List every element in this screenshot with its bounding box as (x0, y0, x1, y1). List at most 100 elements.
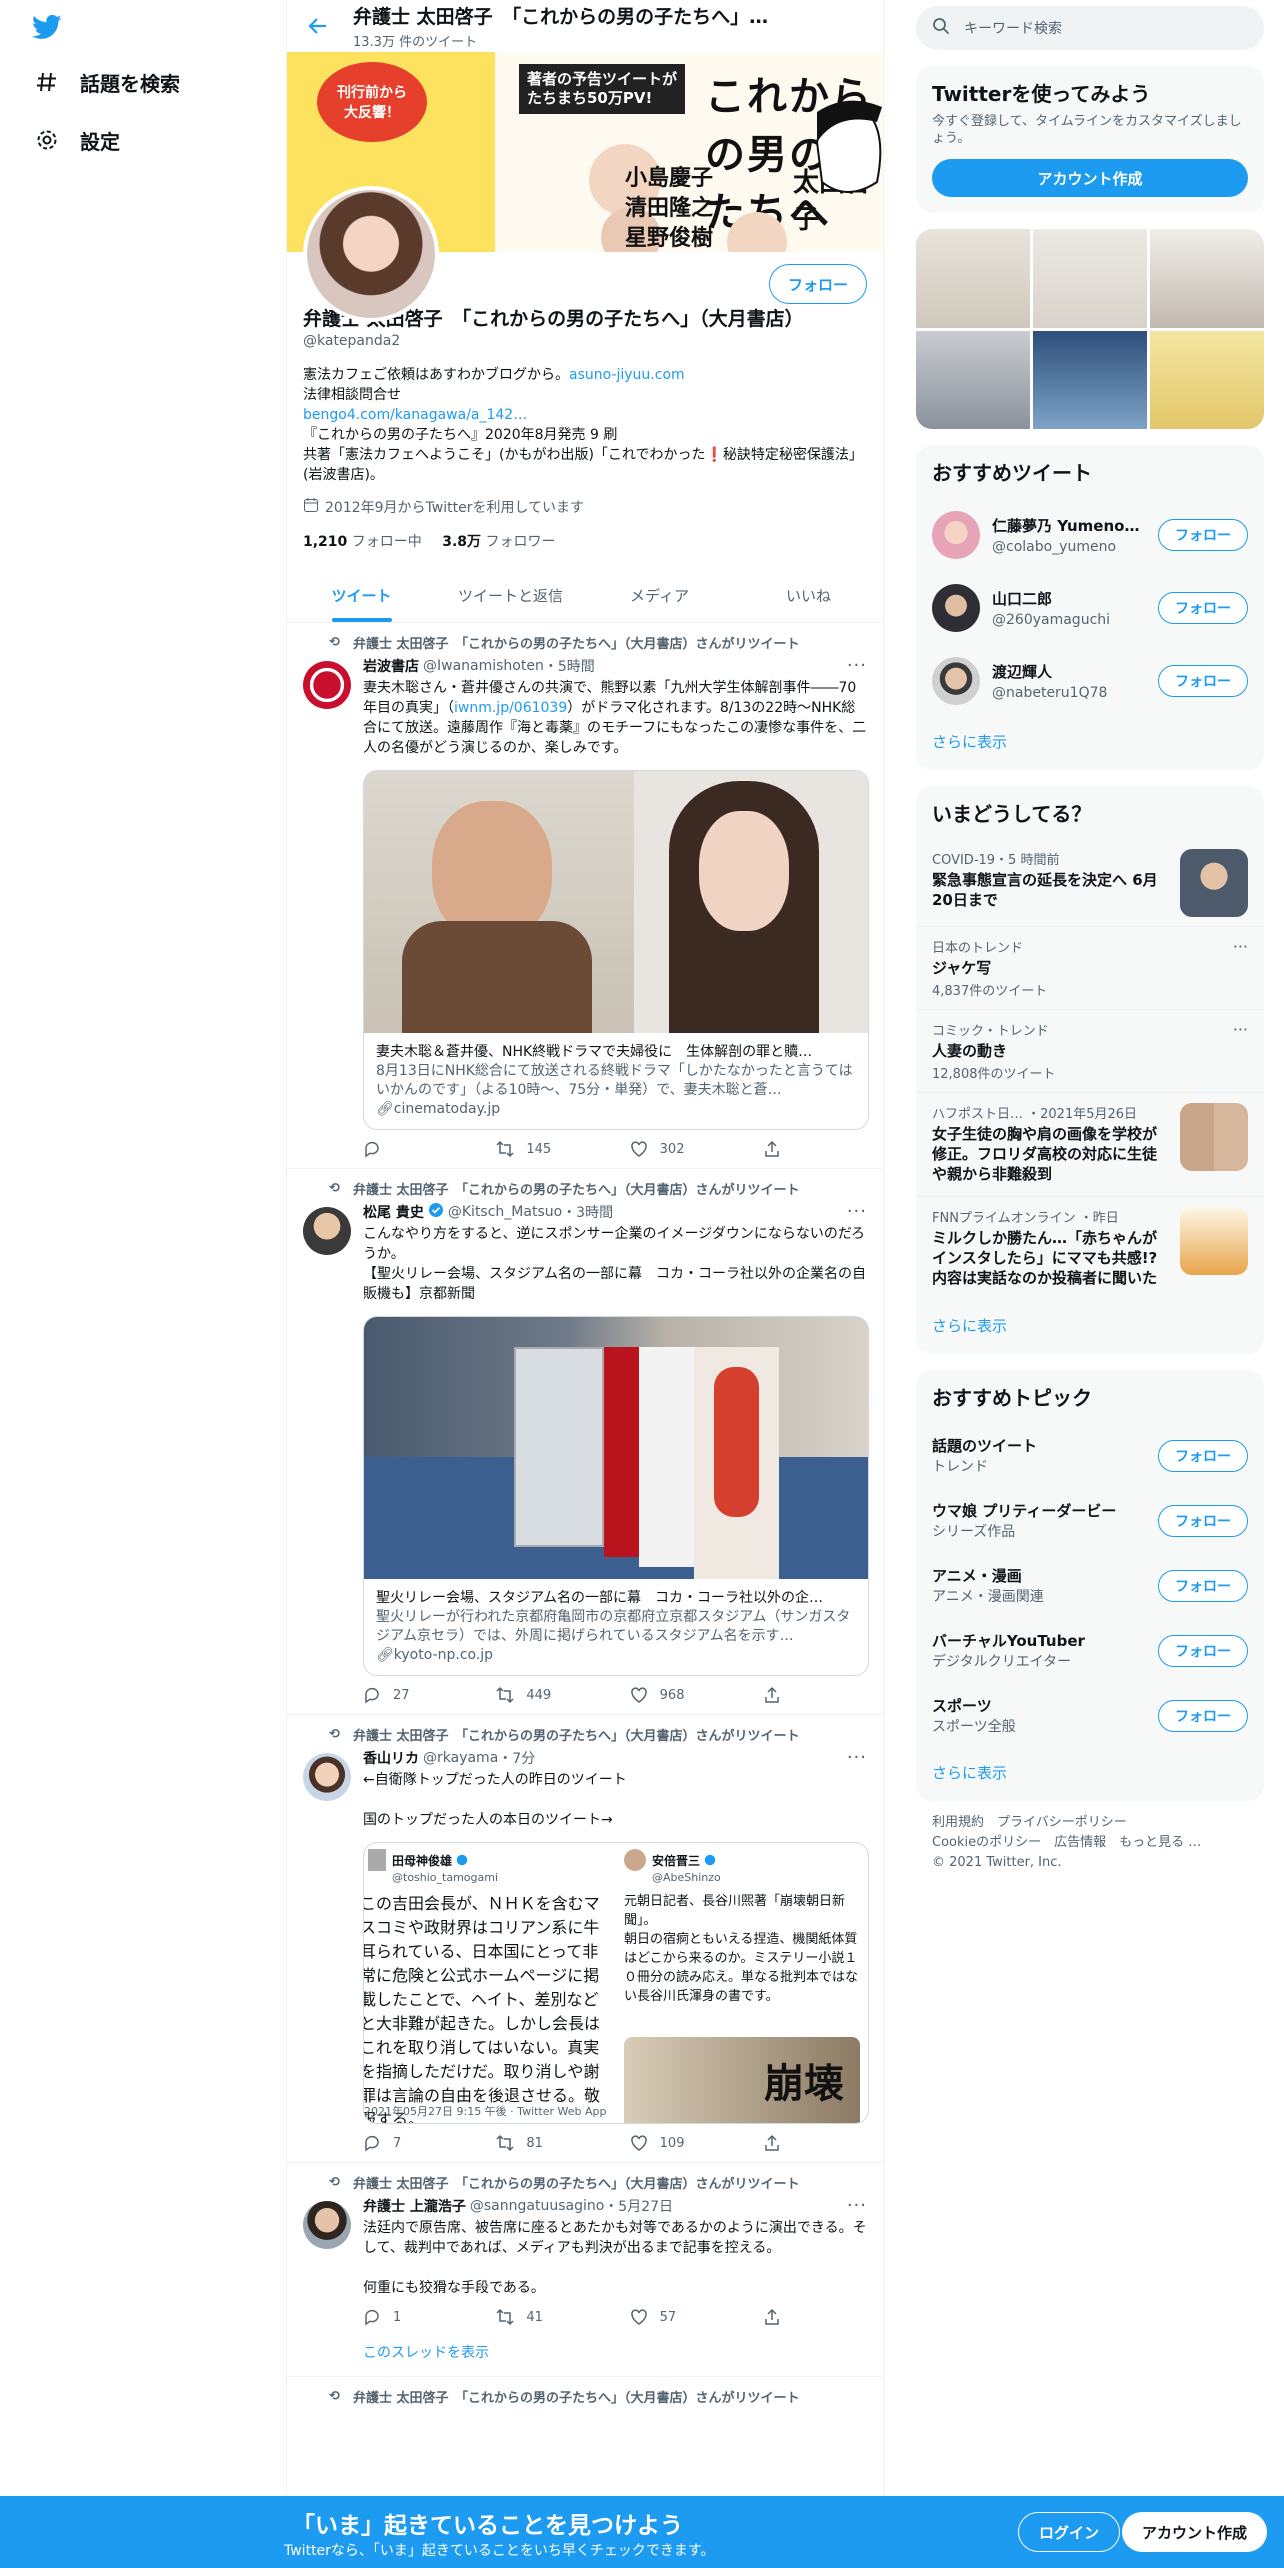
follow-button[interactable]: フォロー (1158, 1439, 1248, 1472)
tab-likes[interactable]: いいね (734, 569, 883, 622)
reply-button[interactable]: 7 (363, 2134, 463, 2152)
create-account-button[interactable]: アカウント作成 (932, 159, 1248, 197)
follow-button[interactable]: フォロー (1158, 1504, 1248, 1537)
avatar[interactable] (932, 510, 980, 559)
tweet-time[interactable]: ・3時間 (562, 1202, 613, 1222)
avatar[interactable] (303, 661, 351, 709)
avatar[interactable] (932, 583, 980, 632)
author-name[interactable]: 松尾 貴史 (363, 1202, 424, 1222)
like-button[interactable]: 57 (630, 2308, 730, 2326)
author-name[interactable]: 弁護士 上瀧浩子 (363, 2196, 466, 2216)
more-icon[interactable]: ··· (1233, 937, 1248, 956)
follow-button[interactable]: フォロー (1158, 664, 1248, 697)
share-button[interactable] (763, 2308, 793, 2326)
more-icon[interactable]: ··· (847, 2195, 867, 2216)
author-name[interactable]: 香山リカ (363, 1748, 419, 1768)
avatar[interactable] (303, 1207, 351, 1255)
followers-link[interactable]: 3.8万 フォロワー (442, 534, 555, 550)
follow-button[interactable]: フォロー (768, 264, 867, 304)
tab-tweets-replies[interactable]: ツイートと返信 (436, 569, 585, 622)
author-handle[interactable]: @sanngatuusagino (470, 2198, 604, 2214)
tweet-time[interactable]: ・7分 (498, 1748, 535, 1768)
retweet-button[interactable]: 145 (496, 1140, 596, 1158)
trend-item[interactable]: コミック・トレンド 人妻の動き 12,808件のツイート ··· (916, 1010, 1264, 1093)
nav-settings[interactable]: 設定 (34, 120, 120, 160)
retweet-button[interactable]: 449 (496, 1686, 596, 1704)
author-name[interactable]: 岩波書店 (363, 656, 419, 676)
gallery-image[interactable] (1033, 229, 1147, 328)
author-handle[interactable]: @rkayama (423, 1750, 498, 1766)
like-button[interactable]: 968 (630, 1686, 730, 1704)
trend-item[interactable]: 日本のトレンド ジャケ写 4,837件のツイート ··· (916, 927, 1264, 1010)
more-icon[interactable]: ··· (847, 1747, 867, 1768)
tweet[interactable]: ⟲ 弁護士 太田啓子 「これからの男の子たちへ」（大月書店）さんがリツイート 弁護… (287, 2163, 883, 2377)
tweet[interactable]: ⟲ 弁護士 太田啓子 「これからの男の子たちへ」（大月書店）さんがリツイート 香山… (287, 1715, 883, 2163)
tab-tweets[interactable]: ツイート (287, 569, 436, 622)
follow-button[interactable]: フォロー (1158, 591, 1248, 624)
bio-link[interactable]: asuno-jiyuu.com (569, 367, 685, 383)
gallery-image[interactable] (916, 330, 1030, 429)
profile-avatar[interactable] (303, 186, 439, 322)
link-card[interactable]: 聖火リレー会場、スタジアム名の一部に幕 コカ・コーラ社以外の企… 聖火リレーが行… (363, 1316, 869, 1676)
avatar[interactable] (932, 656, 980, 705)
author-handle[interactable]: @Iwanamishoten (423, 658, 544, 674)
retweet-button[interactable]: 81 (496, 2134, 596, 2152)
follow-button[interactable]: フォロー (1158, 518, 1248, 551)
twitter-logo-icon[interactable] (30, 12, 64, 42)
user-item[interactable]: 山口二郎 @260yamaguchi フォロー (916, 571, 1264, 644)
tweet[interactable]: ⟲ 弁護士 太田啓子 「これからの男の子たちへ」（大月書店）さんがリツイート 岩波… (287, 623, 883, 1169)
share-button[interactable] (763, 1140, 793, 1158)
user-item[interactable]: 渡辺輝人 @nabeteru1Q78 フォロー (916, 644, 1264, 717)
avatar[interactable] (303, 1753, 351, 1801)
following-link[interactable]: 1,210 フォロー中 (303, 534, 422, 550)
gallery-image[interactable] (1033, 330, 1147, 429)
show-more-link[interactable]: さらに表示 (916, 1301, 1264, 1354)
gallery-image[interactable] (1150, 229, 1264, 328)
show-more-link[interactable]: さらに表示 (916, 1748, 1264, 1801)
reply-button[interactable]: 27 (363, 1686, 463, 1704)
tweet-time[interactable]: ・5月27日 (604, 2196, 673, 2216)
follow-button[interactable]: フォロー (1158, 1634, 1248, 1667)
share-button[interactable] (763, 2134, 793, 2152)
topic-item[interactable]: スポーツ スポーツ全般 フォロー (916, 1683, 1264, 1748)
gallery-image[interactable] (1150, 330, 1264, 429)
login-button[interactable]: ログイン (1018, 2512, 1121, 2552)
tweet[interactable]: ⟲ 弁護士 太田啓子 「これからの男の子たちへ」（大月書店）さんがリツイート (287, 2377, 883, 2420)
topic-item[interactable]: 話題のツイート トレンド フォロー (916, 1423, 1264, 1488)
bio-link[interactable]: bengo4.com/kanagawa/a_142… (303, 405, 867, 425)
trend-item[interactable]: ハフポスト日… ・2021年5月26日 女子生徒の胸や肩の画像を学校が修正。フロ… (916, 1093, 1264, 1197)
nav-explore[interactable]: 話題を検索 (34, 62, 180, 102)
user-item[interactable]: 仁藤夢乃 Yumeno… @colabo_yumeno フォロー (916, 498, 1264, 571)
more-icon[interactable]: ··· (847, 655, 867, 676)
reply-button[interactable]: 1 (363, 2308, 463, 2326)
search-input[interactable]: キーワード検索 (916, 6, 1264, 50)
topic-item[interactable]: バーチャルYouTuber デジタルクリエイター フォロー (916, 1618, 1264, 1683)
tab-media[interactable]: メディア (585, 569, 734, 622)
more-icon[interactable]: ··· (1233, 1020, 1248, 1039)
signup-button[interactable]: アカウント作成 (1122, 2512, 1268, 2552)
gallery-image[interactable] (916, 229, 1030, 328)
avatar[interactable] (303, 2201, 351, 2249)
footer-link[interactable]: Cookieのポリシー 広告情報 もっと見る … (932, 1833, 1248, 1853)
follow-button[interactable]: フォロー (1158, 1569, 1248, 1602)
author-handle[interactable]: @Kitsch_Matsuo (448, 1204, 562, 1220)
tweet[interactable]: ⟲ 弁護士 太田啓子 「これからの男の子たちへ」（大月書店）さんがリツイート 松尾… (287, 1169, 883, 1715)
topic-item[interactable]: ウマ娘 プリティーダービー シリーズ作品 フォロー (916, 1488, 1264, 1553)
trend-item[interactable]: FNNプライムオンライン ・昨日 ミルクしか勝たん…「赤ちゃんがインスタしたら」… (916, 1197, 1264, 1301)
more-icon[interactable]: ··· (847, 1201, 867, 1222)
tweet-link[interactable]: iwnm.jp/061039 (454, 700, 567, 716)
like-button[interactable]: 302 (630, 1140, 730, 1158)
footer-link[interactable]: 利用規約 プライバシーポリシー (932, 1813, 1248, 1833)
topic-item[interactable]: アニメ・漫画 アニメ・漫画関連 フォロー (916, 1553, 1264, 1618)
link-card[interactable]: 妻夫木聡＆蒼井優、NHK終戦ドラマで夫婦役に 生体解剖の罪と贖… 8月13日にN… (363, 770, 869, 1130)
follow-button[interactable]: フォロー (1158, 1699, 1248, 1732)
tweet-time[interactable]: ・5時間 (544, 656, 595, 676)
quote-images[interactable]: 田母神俊雄 @toshio_tamogami この吉田会長が、ＮＨＫを含むマスコ… (363, 1842, 869, 2124)
show-more-link[interactable]: さらに表示 (916, 717, 1264, 770)
share-button[interactable] (763, 1686, 793, 1704)
trend-item[interactable]: COVID-19・5 時間前 緊急事態宣言の延長を決定へ 6月20日まで (916, 839, 1264, 927)
back-arrow-icon[interactable] (301, 9, 335, 43)
show-thread-link[interactable]: このスレッドを表示 (363, 2342, 867, 2362)
like-button[interactable]: 109 (630, 2134, 730, 2152)
reply-button[interactable] (363, 1140, 463, 1158)
